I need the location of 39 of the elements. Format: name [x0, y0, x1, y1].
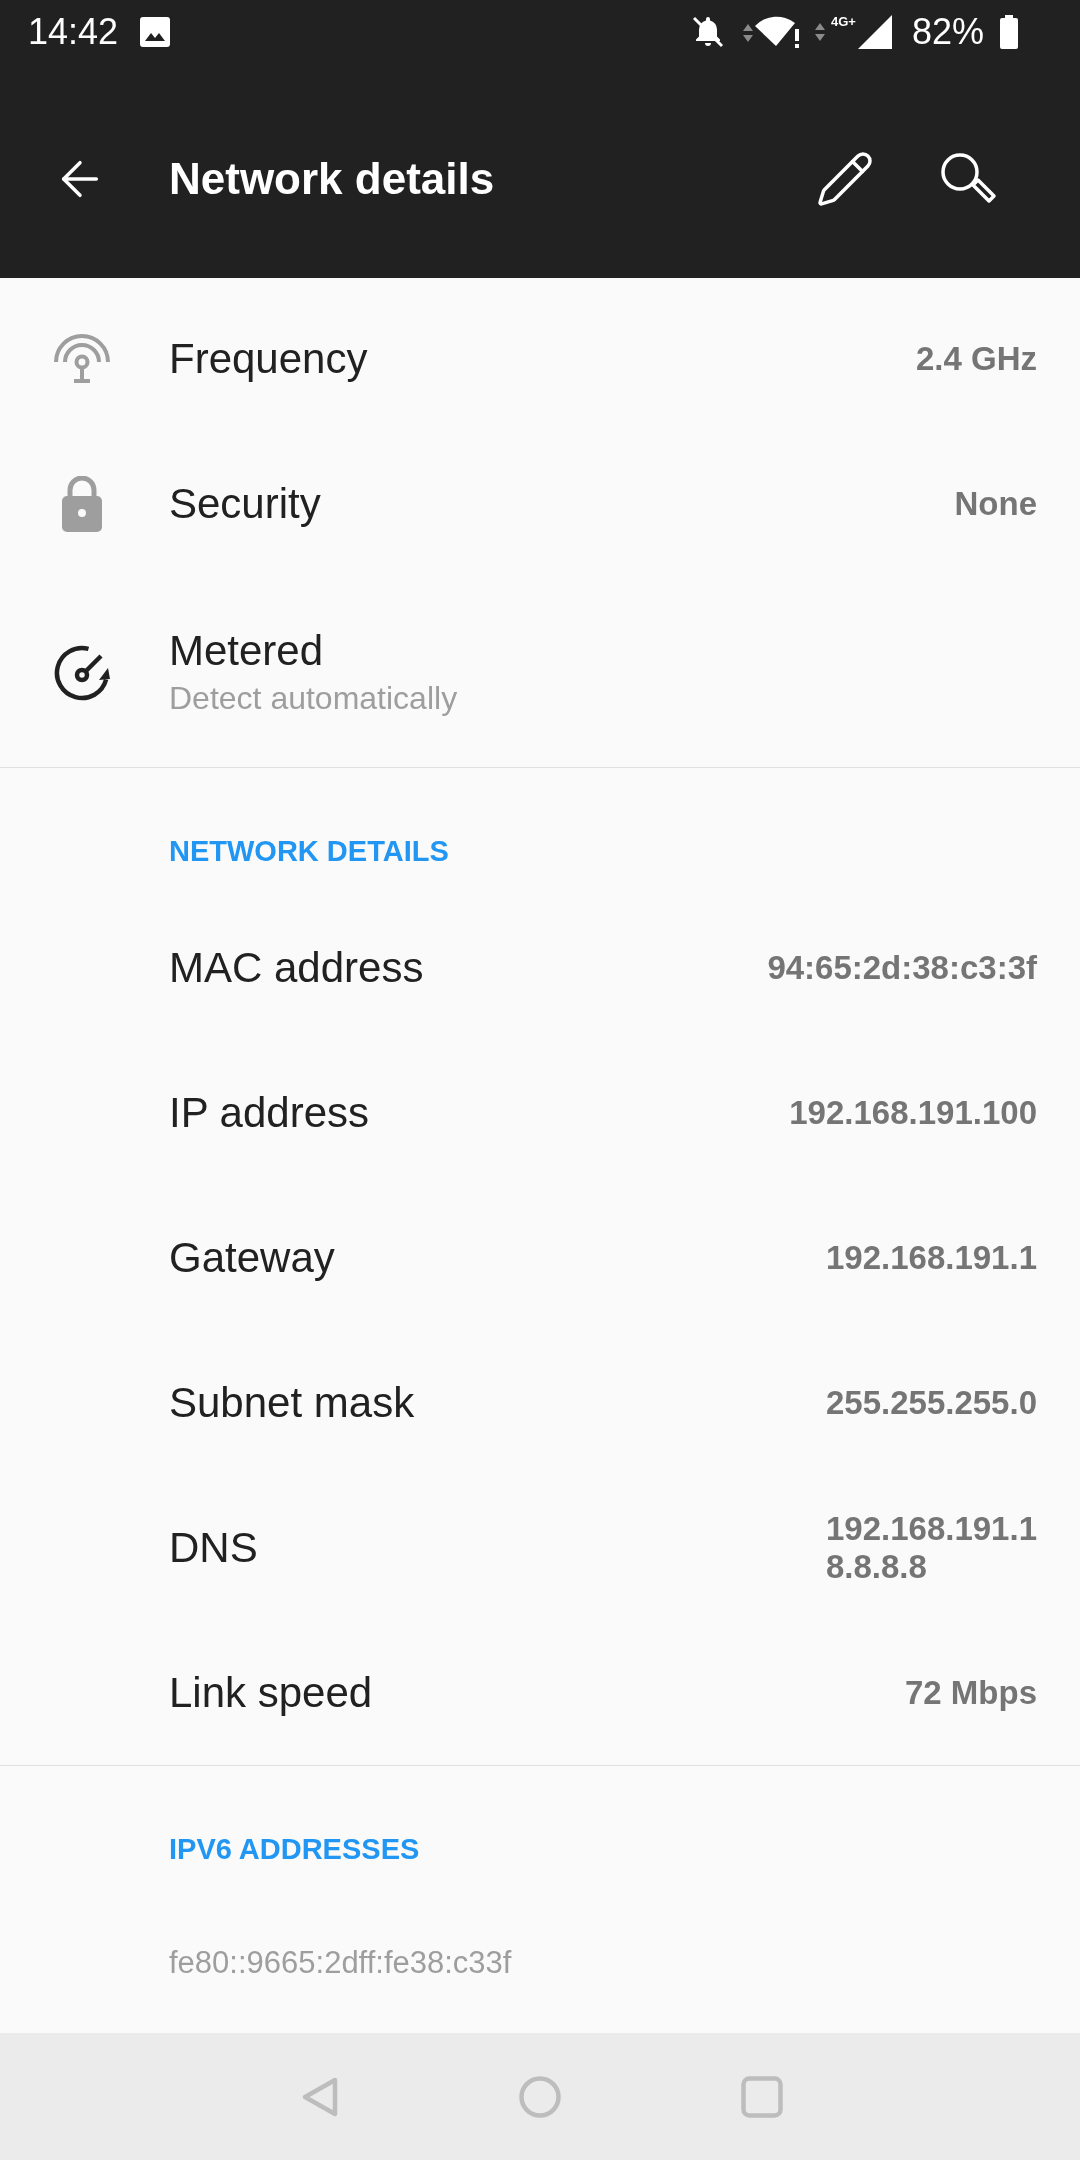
battery-icon: [1000, 15, 1018, 49]
detail-value: 192.168.191.100: [789, 1093, 1037, 1132]
detail-label: Link speed: [169, 1667, 373, 1718]
pencil-icon: [815, 149, 875, 209]
detail-label: Subnet mask: [169, 1377, 415, 1428]
detail-value: 192.168.191.1: [825, 1238, 1037, 1277]
triangle-back-icon: [300, 2075, 340, 2118]
network-type-label: 4G+: [831, 15, 856, 28]
activity-arrows-icon: [815, 23, 825, 41]
setting-title: Security: [169, 478, 321, 529]
detail-value: 255.255.255.0: [825, 1383, 1037, 1422]
wifi-warning-icon: [755, 15, 801, 49]
section-header: NETWORK DETAILS: [169, 835, 449, 867]
cell-signal-icon: [857, 15, 892, 49]
lock-icon: [60, 475, 104, 532]
setting-value: 2.4 GHz: [915, 342, 1037, 375]
section-header: IPV6 ADDRESSES: [169, 1833, 420, 1865]
bell-off-icon: [691, 15, 725, 49]
image-icon: [140, 17, 171, 47]
setting-title: Metered: [169, 625, 324, 676]
square-recents-icon: [741, 2075, 783, 2118]
detail-label: MAC address: [169, 942, 424, 993]
detail-value: 72 Mbps: [904, 1673, 1037, 1712]
status-time: 14:42: [28, 14, 119, 50]
ipv6-address: fe80::9665:2dff:fe38:c33f: [169, 1944, 512, 1982]
setting-summary: Detect automatically: [169, 678, 458, 718]
detail-label: Gateway: [169, 1232, 335, 1283]
detail-value: 8.8.8.8: [825, 1547, 927, 1586]
detail-label: DNS: [169, 1522, 258, 1573]
circle-home-icon: [519, 2075, 561, 2118]
detail-value: 192.168.191.1: [825, 1509, 1037, 1548]
activity-arrows-icon: [743, 24, 753, 42]
antenna-icon: [53, 333, 111, 384]
detail-value: 94:65:2d:38:c3:3f: [767, 948, 1037, 987]
setting-value: None: [954, 487, 1037, 520]
toolbar-title: Network details: [169, 157, 495, 201]
detail-label: IP address: [169, 1087, 369, 1138]
battery-percent: 82%: [911, 14, 984, 50]
setting-title: Frequency: [169, 333, 368, 384]
